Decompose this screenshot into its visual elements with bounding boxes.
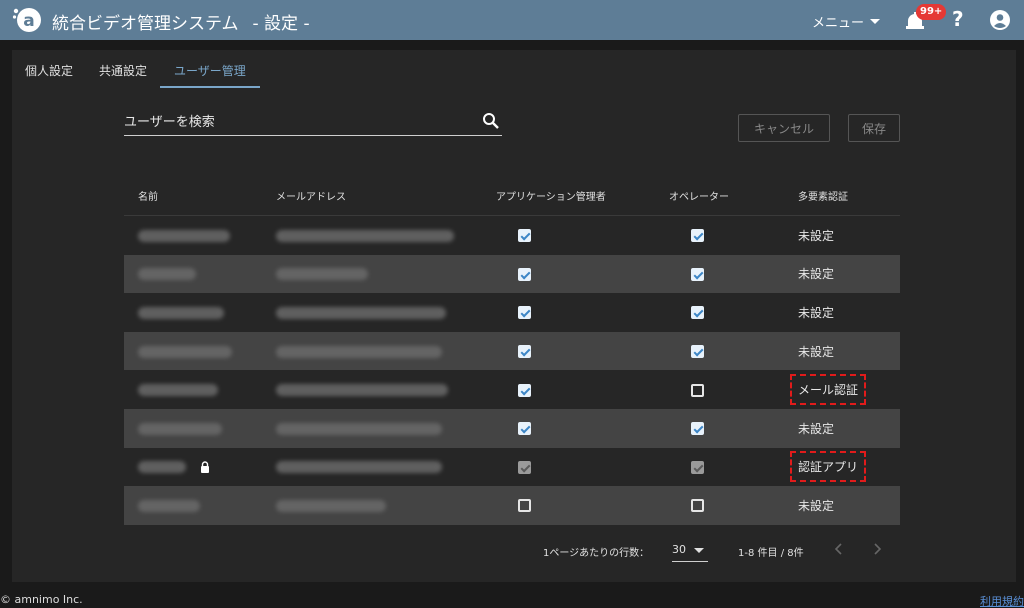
rows-per-page-label: 1ページあたりの行数： <box>543 548 650 559</box>
caret-down-icon <box>870 19 881 24</box>
mfa-status-highlighted: メール認証 <box>790 374 867 406</box>
menu-label: メニュー <box>812 16 865 31</box>
user-email-redacted <box>264 305 496 319</box>
operator-checkbox <box>691 460 704 474</box>
header-operator[interactable]: オペレーター <box>669 188 786 203</box>
user-search-input[interactable] <box>124 110 464 134</box>
user-email-redacted <box>264 460 496 474</box>
app-admin-checkbox[interactable] <box>518 229 531 243</box>
table-row[interactable]: 未設定 <box>124 331 900 371</box>
svg-text:a: a <box>23 11 34 31</box>
settings-tabs: 個人設定 共通設定 ユーザー管理 <box>12 50 260 88</box>
caret-down-icon <box>694 548 704 553</box>
mfa-status: 未設定 <box>798 344 835 359</box>
user-name-redacted <box>124 267 264 281</box>
header-name[interactable]: 名前 <box>124 188 264 203</box>
mfa-status: 未設定 <box>798 498 835 513</box>
user-search <box>124 110 502 136</box>
operator-checkbox[interactable] <box>691 345 704 359</box>
mfa-status: 未設定 <box>798 228 835 243</box>
pagination: 1ページあたりの行数： 30 1-8 件目 / 8件 <box>12 538 1016 568</box>
help-icon[interactable]: ? <box>952 7 964 31</box>
user-email-redacted <box>264 267 496 281</box>
user-name-redacted <box>124 498 264 512</box>
page-range: 1-8 件目 / 8件 <box>738 548 804 559</box>
terms-link[interactable]: 利用規約 <box>980 593 1024 608</box>
operator-checkbox[interactable] <box>691 229 704 243</box>
user-table: 名前 メールアドレス アプリケーション管理者 オペレーター 多要素認証 未設定 … <box>124 176 900 525</box>
account-circle-icon[interactable] <box>990 10 1010 30</box>
save-button[interactable]: 保存 <box>848 114 900 142</box>
cancel-button[interactable]: キャンセル <box>738 114 830 142</box>
app-admin-checkbox[interactable] <box>518 499 531 513</box>
table-row[interactable]: 未設定 <box>124 486 900 525</box>
header-email[interactable]: メールアドレス <box>264 188 496 203</box>
mfa-status: 未設定 <box>798 305 835 320</box>
app-admin-checkbox[interactable] <box>518 306 531 320</box>
header-mfa[interactable]: 多要素認証 <box>786 188 900 203</box>
rows-per-page-value: 30 <box>672 543 686 556</box>
user-email-redacted <box>264 421 496 435</box>
table-header: 名前 メールアドレス アプリケーション管理者 オペレーター 多要素認証 <box>124 176 900 216</box>
app-title: 統合ビデオ管理システム - 設定 - <box>52 9 310 34</box>
tab-personal-settings[interactable]: 個人設定 <box>12 50 86 88</box>
operator-checkbox[interactable] <box>691 306 704 320</box>
app-logo-icon: a <box>12 8 41 32</box>
menu-dropdown[interactable]: メニュー <box>812 12 881 31</box>
notification-badge: 99+ <box>916 4 947 20</box>
user-name-redacted <box>124 344 264 358</box>
search-icon[interactable] <box>482 112 500 130</box>
app-admin-checkbox[interactable] <box>518 267 531 281</box>
lock-icon <box>200 461 209 474</box>
operator-checkbox[interactable] <box>691 499 704 513</box>
user-email-redacted <box>264 228 496 242</box>
app-admin-checkbox[interactable] <box>518 345 531 359</box>
rows-per-page-select[interactable]: 30 <box>672 538 708 562</box>
app-admin-checkbox <box>518 460 531 474</box>
tab-user-management[interactable]: ユーザー管理 <box>160 50 260 88</box>
operator-checkbox[interactable] <box>691 267 704 281</box>
table-row[interactable]: 未設定 <box>124 293 900 332</box>
page-subtitle: - 設定 - <box>252 14 310 34</box>
user-email-redacted <box>264 498 496 512</box>
user-email-redacted <box>264 344 496 358</box>
app-header: a 統合ビデオ管理システム - 設定 - メニュー 99+ ? <box>0 0 1024 40</box>
chevron-left-icon[interactable] <box>832 542 846 556</box>
mfa-status: 未設定 <box>798 421 835 436</box>
app-admin-checkbox[interactable] <box>518 383 531 397</box>
tab-common-settings[interactable]: 共通設定 <box>86 50 160 88</box>
user-name-redacted <box>124 228 264 242</box>
chevron-right-icon[interactable] <box>870 542 884 556</box>
app-admin-checkbox[interactable] <box>518 422 531 436</box>
user-name-redacted <box>124 460 264 474</box>
settings-panel: 個人設定 共通設定 ユーザー管理 キャンセル 保存 名前 メールアドレス アプリ… <box>12 50 1016 582</box>
table-row[interactable]: メール認証 <box>124 370 900 409</box>
copyright-text: © amnimo Inc. <box>0 593 83 606</box>
table-row[interactable]: 認証アプリ <box>124 448 900 487</box>
app-footer: © amnimo Inc. 利用規約 <box>0 588 1024 608</box>
table-row[interactable]: 未設定 <box>124 216 900 255</box>
table-row[interactable]: 未設定 <box>124 408 900 448</box>
mfa-status: 未設定 <box>798 267 835 282</box>
header-app-admin[interactable]: アプリケーション管理者 <box>496 188 669 203</box>
operator-checkbox[interactable] <box>691 383 704 397</box>
app-name: 統合ビデオ管理システム <box>52 14 239 34</box>
mfa-status-highlighted: 認証アプリ <box>790 451 867 483</box>
user-email-redacted <box>264 383 496 397</box>
user-name-redacted <box>124 305 264 319</box>
user-name-redacted <box>124 383 264 397</box>
table-row[interactable]: 未設定 <box>124 254 900 294</box>
user-name-redacted <box>124 421 264 435</box>
operator-checkbox[interactable] <box>691 422 704 436</box>
